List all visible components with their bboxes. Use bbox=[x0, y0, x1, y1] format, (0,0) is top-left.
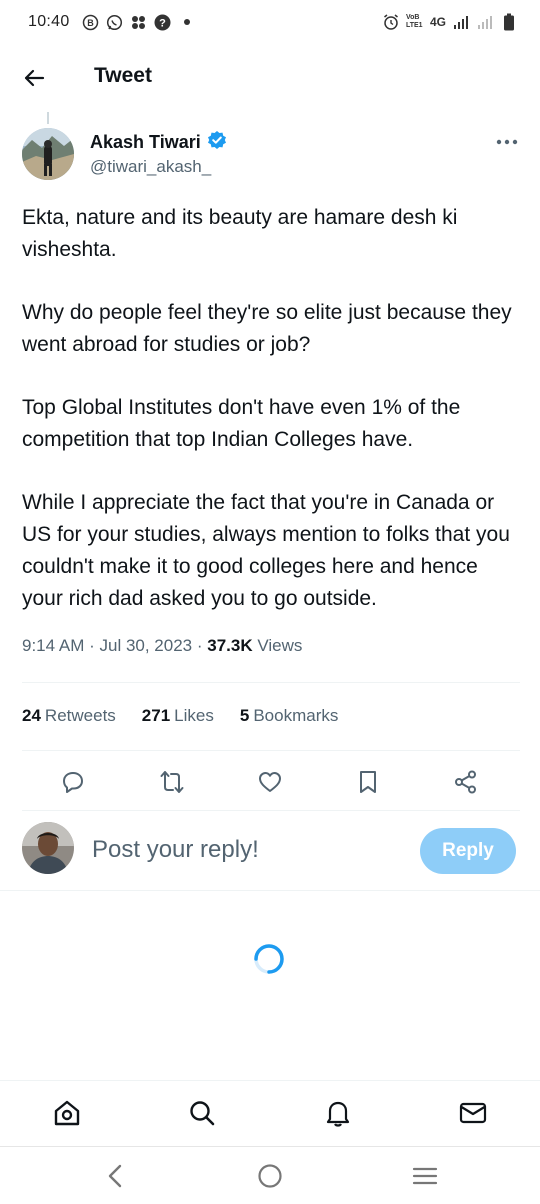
dot-icon bbox=[178, 13, 196, 31]
back-icon[interactable] bbox=[100, 1161, 130, 1191]
retweets-stat[interactable]: 24 Retweets bbox=[22, 706, 116, 726]
home-circle-icon[interactable] bbox=[255, 1161, 285, 1191]
author-name[interactable]: Akash Tiwari bbox=[90, 132, 201, 153]
bookmarks-stat[interactable]: 5 Bookmarks bbox=[240, 706, 339, 726]
bottom-nav bbox=[0, 1080, 540, 1146]
retweets-count: 24 bbox=[22, 706, 41, 725]
tweet-time[interactable]: 9:14 AM bbox=[22, 636, 84, 655]
system-nav bbox=[0, 1146, 540, 1204]
tweet-text: Ekta, nature and its beauty are hamare d… bbox=[22, 202, 522, 646]
tweet-author: Akash Tiwari @tiwari_akash_ bbox=[22, 126, 520, 186]
bookmarks-count: 5 bbox=[239, 706, 250, 725]
author-avatar[interactable] bbox=[22, 128, 74, 180]
share-icon[interactable] bbox=[452, 768, 480, 796]
network-type: 4G bbox=[429, 15, 446, 29]
status-bar: 10:40 B ? VoB LTE1 4G bbox=[0, 0, 540, 44]
tweet-paragraph: While I appreciate the fact that you're … bbox=[22, 491, 510, 610]
thread-connector bbox=[47, 112, 49, 124]
likes-stat[interactable]: 271 Likes bbox=[142, 706, 214, 726]
bookmarks-label: Bookmarks bbox=[253, 706, 339, 725]
battery-icon bbox=[500, 13, 518, 31]
views-label: Views bbox=[257, 636, 303, 655]
divider bbox=[22, 750, 520, 751]
more-options-icon[interactable] bbox=[494, 132, 520, 152]
svg-text:B: B bbox=[87, 18, 94, 28]
likes-label: Likes bbox=[174, 706, 214, 725]
messages-icon[interactable] bbox=[457, 1097, 489, 1129]
retweet-icon[interactable] bbox=[158, 768, 186, 796]
whatsapp-icon bbox=[106, 13, 124, 31]
svg-text:?: ? bbox=[159, 17, 166, 29]
retweets-label: Retweets bbox=[44, 706, 116, 725]
bookmark-icon[interactable] bbox=[354, 768, 382, 796]
user-avatar[interactable] bbox=[22, 822, 74, 874]
tweet-header: Tweet bbox=[0, 52, 540, 104]
tweet-paragraph: Top Global Institutes don't have even 1%… bbox=[22, 396, 461, 451]
b-badge-icon: B bbox=[82, 13, 100, 31]
tweet-date[interactable]: Jul 30, 2023 bbox=[100, 636, 193, 655]
signal-weak-icon bbox=[476, 13, 494, 31]
reply-button[interactable]: Reply bbox=[420, 828, 516, 874]
author-handle[interactable]: @tiwari_akash_ bbox=[90, 157, 211, 177]
reply-input[interactable]: Post your reply! bbox=[92, 836, 259, 864]
reply-icon[interactable] bbox=[59, 768, 87, 796]
reply-composer: Post your reply! Reply bbox=[22, 820, 520, 882]
recents-icon[interactable] bbox=[410, 1161, 440, 1191]
tweet-paragraph: Why do people feel they're so elite just… bbox=[22, 301, 512, 356]
pinwheel-icon bbox=[130, 13, 148, 31]
tweet-meta: 9:14 AM · Jul 30, 2023 · 37.3K Views bbox=[22, 636, 303, 655]
search-icon[interactable] bbox=[186, 1097, 218, 1129]
alarm-icon bbox=[382, 13, 400, 31]
likes-count: 271 bbox=[141, 706, 171, 725]
home-icon[interactable] bbox=[51, 1097, 83, 1129]
page-title: Tweet bbox=[94, 64, 152, 87]
tweet-paragraph: Ekta, nature and its beauty are hamare d… bbox=[22, 206, 458, 261]
status-time: 10:40 bbox=[28, 13, 70, 30]
help-icon: ? bbox=[154, 13, 172, 31]
loading-spinner-icon bbox=[252, 942, 286, 976]
divider bbox=[0, 890, 540, 891]
notifications-icon[interactable] bbox=[322, 1097, 354, 1129]
back-arrow-icon[interactable] bbox=[20, 64, 48, 92]
divider bbox=[22, 682, 520, 683]
signal-icon bbox=[452, 13, 470, 31]
views-count[interactable]: 37.3K bbox=[207, 636, 252, 655]
like-icon[interactable] bbox=[256, 768, 284, 796]
divider bbox=[22, 810, 520, 811]
tweet-stats: 24 Retweets 271 Likes 5 Bookmarks bbox=[22, 706, 338, 726]
verified-badge-icon bbox=[207, 130, 227, 155]
volte-icon: VoB LTE1 bbox=[405, 14, 423, 29]
tweet-actions bbox=[22, 764, 520, 804]
